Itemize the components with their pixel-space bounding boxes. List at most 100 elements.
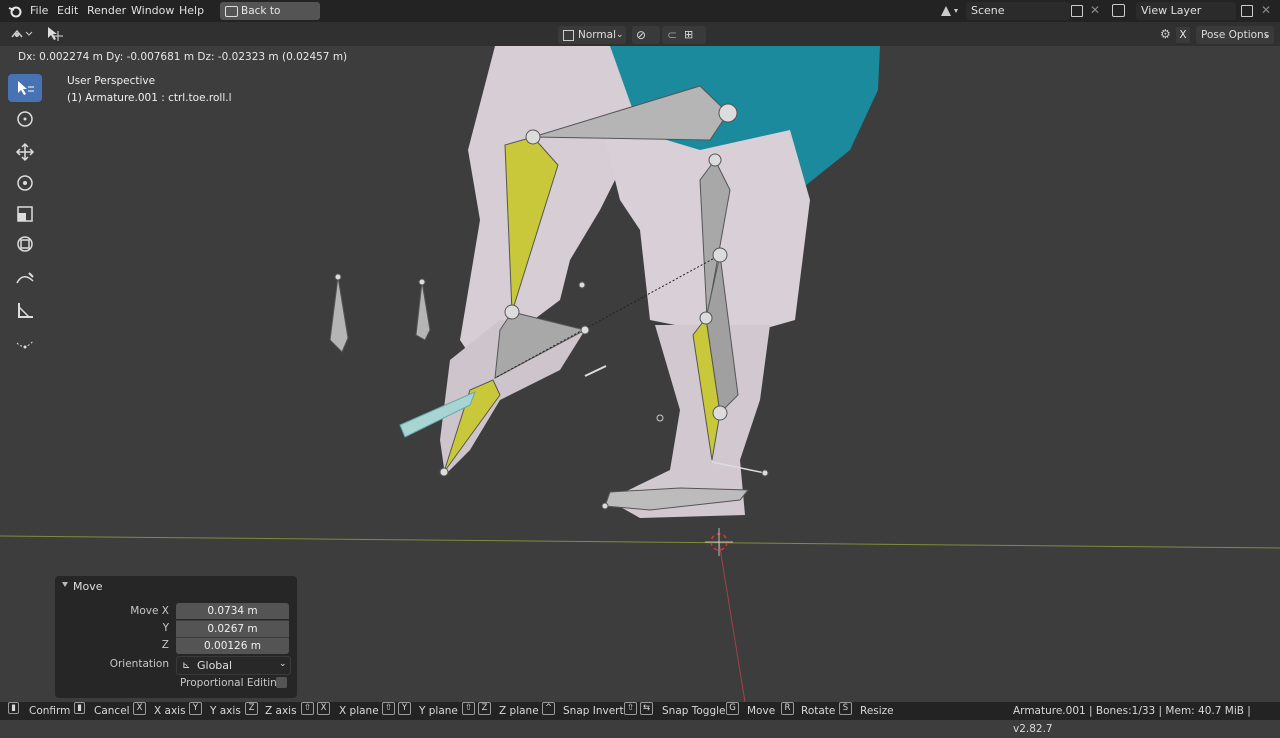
joint <box>334 273 342 281</box>
joint <box>439 467 449 477</box>
snap-icon: ⊂ <box>667 28 678 42</box>
screen-icon <box>225 6 238 17</box>
new-view-layer-icon[interactable] <box>1241 5 1253 17</box>
joint <box>418 278 426 286</box>
curve-icon <box>16 340 34 349</box>
shift-key-icon: ⇧ <box>462 702 475 715</box>
status-snap-toggle: Snap Toggle <box>662 705 726 717</box>
select-box-icon <box>18 81 34 95</box>
new-scene-icon[interactable] <box>1071 5 1083 17</box>
blender-logo-icon[interactable] <box>8 4 22 18</box>
redo-panel-move: Move Move X 0.0734 m Y 0.0267 m Z 0.0012… <box>55 576 297 698</box>
proportional-editing-checkbox[interactable] <box>276 677 287 688</box>
pivot-label: Normal <box>578 29 616 41</box>
top-menu-bar: File Edit Render Window Help Back to Pre… <box>0 0 1280 35</box>
select-tool[interactable] <box>8 74 42 102</box>
menu-help[interactable]: Help <box>179 3 204 19</box>
view-layer-icon[interactable] <box>1112 4 1125 17</box>
transform-icon <box>17 236 33 252</box>
global-orientation-icon: ⊾ <box>182 660 191 671</box>
status-resize: Resize <box>860 705 894 717</box>
move-x-field[interactable]: 0.0734 m <box>176 603 289 619</box>
joint <box>578 281 586 289</box>
back-to-previous-button[interactable]: Back to Previous <box>220 2 320 35</box>
status-move: Move <box>747 705 776 717</box>
pose-options-label: Pose Options <box>1201 29 1270 41</box>
status-cancel: Cancel <box>94 705 130 717</box>
snap-dropdown[interactable]: ⊂ ⊞ <box>662 26 706 44</box>
scene-name: Scene <box>971 4 1005 17</box>
joint <box>712 405 728 421</box>
x-axis-line <box>0 535 1280 549</box>
view-layer-name: View Layer <box>1141 4 1202 17</box>
transform-center-icon <box>656 414 664 422</box>
orientation-icon <box>563 30 574 41</box>
menu-render[interactable]: Render <box>87 3 126 19</box>
editor-type-icon[interactable] <box>10 27 34 41</box>
pose-options-dropdown[interactable]: Pose Options ⌄ <box>1196 26 1274 44</box>
rotate-tool[interactable] <box>8 169 42 197</box>
move-z-field[interactable]: 0.00126 m <box>176 637 289 654</box>
key-z: Z <box>245 702 258 715</box>
extra-tool[interactable] <box>8 329 42 357</box>
transform-tool[interactable] <box>8 230 42 258</box>
move-tool[interactable] <box>8 138 42 166</box>
status-snap-invert: Snap Invert <box>563 705 624 717</box>
delete-scene-icon[interactable]: ✕ <box>1090 3 1100 17</box>
bone-pole-left <box>329 276 349 353</box>
pose-x-toggle[interactable]: X <box>1176 27 1190 43</box>
shift-key-icon: ⇧ <box>301 702 314 715</box>
active-object-label: (1) Armature.001 : ctrl.toe.roll.l <box>67 92 232 104</box>
orientation-label: Orientation <box>109 658 169 670</box>
move-z-label: Z <box>161 639 169 651</box>
joint <box>580 325 590 335</box>
joint <box>718 103 738 123</box>
view-layer-field[interactable]: View Layer <box>1136 2 1236 20</box>
move-icon <box>15 142 35 162</box>
key-y: Y <box>189 702 202 715</box>
ruler-icon <box>18 303 33 318</box>
transform-gizmo-icon[interactable] <box>46 25 64 43</box>
cursor-icon <box>17 111 33 127</box>
scene-name-field[interactable]: Scene <box>966 2 1070 20</box>
menu-window[interactable]: Window <box>131 3 174 19</box>
y-axis-line <box>718 541 746 703</box>
scene-icon[interactable] <box>940 4 962 18</box>
annotate-tool[interactable] <box>8 265 42 293</box>
joint <box>708 153 722 167</box>
proportional-editing-label: Proportional Editing <box>180 677 284 689</box>
pencil-icon <box>16 272 34 284</box>
pivot-orientation-dropdown[interactable]: Normal ⌄ <box>558 26 626 44</box>
view-perspective-label: User Perspective <box>67 75 156 87</box>
measure-tool[interactable] <box>8 296 42 324</box>
joint <box>525 129 541 145</box>
status-bar: ▮ Confirm ▮ Cancel X X axis Y Y axis Z Z… <box>0 702 1280 735</box>
move-x-label: Move X <box>130 605 169 617</box>
key-z-plane: Z <box>478 702 491 715</box>
delete-view-layer-icon[interactable]: ✕ <box>1261 3 1271 17</box>
scale-tool[interactable] <box>8 200 42 228</box>
key-g: G <box>726 702 739 715</box>
pivot-point-dropdown[interactable]: ⊘ <box>632 26 660 44</box>
move-y-label: Y <box>162 622 169 634</box>
bone-ctrl-line <box>584 365 607 377</box>
collapse-triangle-icon[interactable] <box>62 582 68 587</box>
menu-file[interactable]: File <box>30 3 48 19</box>
rotate-icon <box>17 175 33 191</box>
chevron-down-icon: ⌄ <box>1263 30 1271 40</box>
status-rotate: Rotate <box>801 705 836 717</box>
overlay-icon[interactable]: ⚙ <box>1160 27 1171 41</box>
chevron-down-icon: ⌄ <box>279 659 287 669</box>
move-y-field[interactable]: 0.0267 m <box>176 620 289 637</box>
joint <box>699 311 713 325</box>
cursor-tool[interactable] <box>8 105 42 133</box>
snap-target-icon: ⊞ <box>684 28 694 41</box>
orientation-value: Global <box>197 659 233 672</box>
bone-pole-right <box>415 281 431 341</box>
orientation-dropdown[interactable]: ⊾ Global ⌄ <box>176 656 291 675</box>
panel-title[interactable]: Move <box>73 580 103 593</box>
chevron-down-icon: ⌄ <box>616 30 624 40</box>
joint <box>761 469 769 477</box>
shift-key-icon: ⇧ <box>624 702 637 715</box>
menu-edit[interactable]: Edit <box>57 3 78 19</box>
